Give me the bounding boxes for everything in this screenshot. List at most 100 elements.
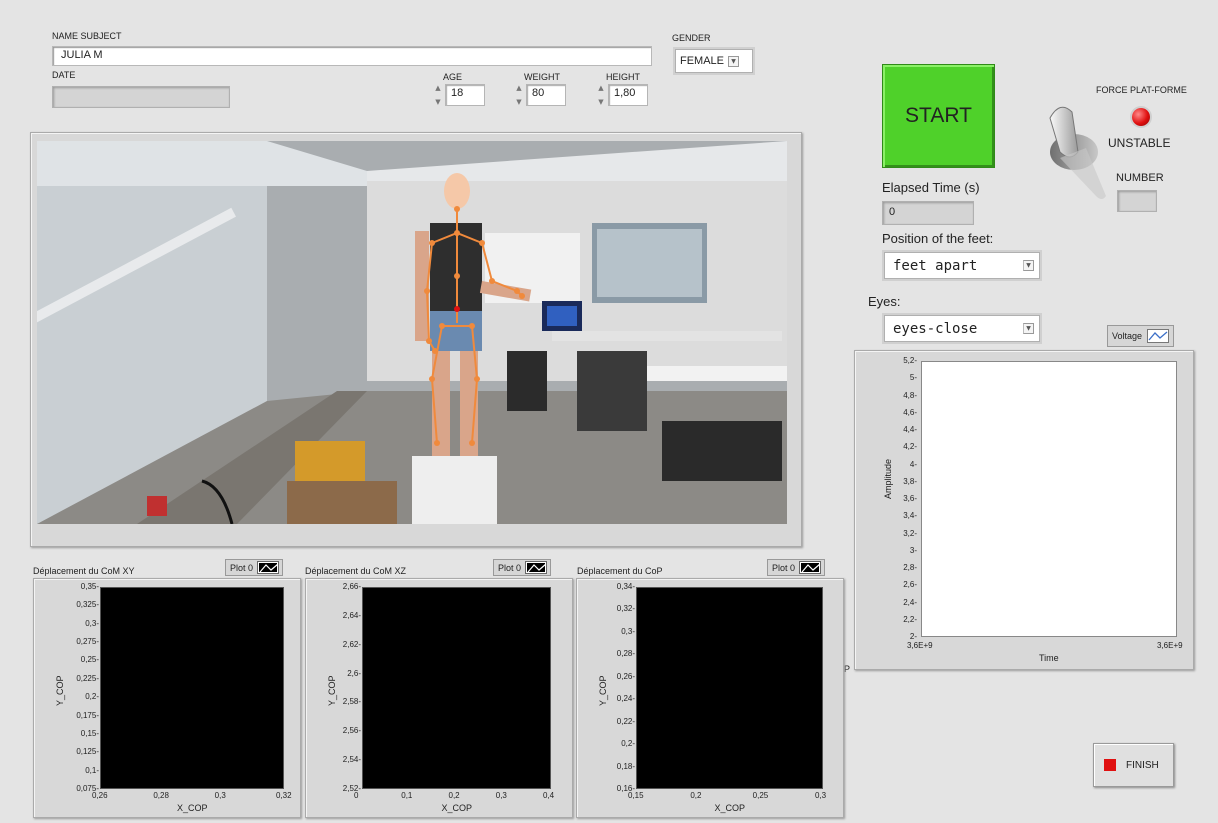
voltage-legend[interactable]: Voltage [1107,325,1175,347]
x-tick-label: 0,2 [690,791,702,800]
voltage-legend-label: Voltage [1112,331,1143,341]
y-tick-label: 2,64- [342,610,361,620]
voltage-y-tick: 4,4- [903,425,917,434]
weight-input[interactable]: 80 [526,84,566,106]
finish-button[interactable]: FINISH [1093,743,1174,787]
camera-image [37,141,787,524]
x-tick-label: 0,28 [153,791,169,800]
date-field[interactable] [52,86,230,108]
x-tick-label: 0,26 [92,791,108,800]
decrement-icon[interactable]: ▼ [598,98,603,106]
y-tick-label: 2,6- [347,668,361,678]
voltage-y-tick: 2,8- [903,563,917,572]
y-tick-label: 0,175- [76,710,99,720]
y-axis-label: Y_COP [55,675,65,706]
chart-legend[interactable]: Plot 0 [225,559,284,576]
voltage-y-tick: 3,4- [903,511,917,521]
number-label: NUMBER [1116,172,1164,184]
elapsed-time-field: 0 [882,201,974,225]
voltage-x-axis-label: Time [1039,653,1059,663]
y-tick-label: 2,58- [342,697,361,707]
chart-legend[interactable]: Plot 0 [767,559,826,576]
name-subject-label: NAME SUBJECT [52,31,122,41]
age-control: ▲ ▼ 18 [433,84,485,106]
y-tick-label: 2,56- [342,726,361,736]
y-axis-label: Y_COP [598,675,608,706]
y-tick-label: 0,2- [621,739,635,749]
voltage-y-tick: 4,8- [903,390,917,400]
y-tick-label: 0,32- [616,604,635,614]
chart-title: Déplacement du CoM XY [33,566,135,576]
chevron-down-icon[interactable]: ▼ [1023,260,1034,271]
camera-panel [30,132,802,547]
chart-plot-area[interactable] [100,587,284,789]
y-tick-label: 0,3- [621,626,635,636]
y-tick-label: 0,26- [616,671,635,681]
x-axis-label: X_COP [714,803,746,813]
weight-label: WEIGHT [524,72,560,82]
stray-label: P [844,664,851,674]
voltage-x-tick: 3,6E+9 [907,641,933,650]
y-tick-label: 0,2- [85,692,99,702]
increment-icon[interactable]: ▲ [435,84,440,92]
finish-label: FINISH [1126,759,1159,771]
x-tick-label: 0,1 [401,791,413,800]
height-control: ▲ ▼ 1,80 [596,84,648,106]
x-tick-label: 0,25 [752,791,769,800]
chart-plot-area[interactable] [636,587,823,789]
chevron-down-icon[interactable]: ▼ [728,55,740,67]
voltage-y-tick: 4,2- [903,442,917,452]
voltage-y-tick: 3- [909,545,917,555]
chart-plot-area[interactable] [362,587,551,789]
chart-legend-label: Plot 0 [772,562,796,573]
voltage-y-tick: 4- [909,459,917,469]
age-input[interactable]: 18 [445,84,485,106]
age-label: AGE [443,72,463,82]
voltage-y-tick: 5- [909,373,917,383]
y-tick-label: 0,225- [76,673,99,683]
decrement-icon[interactable]: ▼ [516,98,521,106]
height-spinner[interactable]: ▲ ▼ [596,84,606,106]
voltage-y-axis-label: Amplitude [883,458,893,499]
eyes-label: Eyes: [868,294,901,309]
age-spinner[interactable]: ▲ ▼ [433,84,443,106]
y-tick-label: 2,54- [342,755,361,765]
name-subject-field[interactable]: JULIA M [52,46,652,66]
gender-select[interactable]: FEMALE ▼ [675,49,753,73]
start-button[interactable]: START [882,64,995,168]
x-tick-label: 0,3 [214,791,226,800]
x-tick-label: 0,3 [815,791,827,800]
line-plot-icon [1147,329,1170,343]
y-tick-label: 0,3- [85,618,99,628]
toggle-switch-icon [1049,106,1106,199]
chart-title: Déplacement du CoM XZ [305,566,407,576]
chevron-down-icon[interactable]: ▼ [1023,323,1034,334]
height-label: HEIGHT [606,72,641,82]
x-tick-label: 0,32 [276,791,292,800]
y-tick-label: 0,24- [616,694,635,704]
height-input[interactable]: 1,80 [608,84,648,106]
weight-spinner[interactable]: ▲ ▼ [514,84,524,106]
chart-legend[interactable]: Plot 0 [493,559,552,576]
increment-icon[interactable]: ▲ [516,84,521,92]
eyes-select[interactable]: eyes-close ▼ [884,315,1040,342]
voltage-y-tick: 2- [909,632,917,641]
line-plot-icon [525,561,548,574]
feet-position-select[interactable]: feet apart ▼ [884,252,1040,279]
y-tick-label: 0,15- [80,728,99,738]
line-plot-icon [257,561,280,574]
decrement-icon[interactable]: ▼ [435,98,440,106]
force-plate-led-indicator [1132,108,1150,126]
voltage-x-tick: 3,6E+9 [1157,641,1183,650]
gender-value: FEMALE [680,55,725,67]
voltage-y-tick: 2,2- [903,614,917,624]
voltage-y-axis: 2- 2,2- 2,4- 2,6- 2,8- 3- 3,2- 3,4- 3,6- 3,8- 4- 4,… [855,351,1195,671]
stop-icon [1104,759,1116,771]
increment-icon[interactable]: ▲ [598,84,603,92]
y-tick-label: 2,62- [342,639,361,649]
voltage-y-tick: 3,6- [903,494,917,503]
y-tick-label: 0,125- [76,747,99,757]
force-toggle-switch[interactable] [1046,100,1108,202]
y-tick-label: 0,35- [80,582,99,591]
elapsed-time-label: Elapsed Time (s) [882,180,980,195]
